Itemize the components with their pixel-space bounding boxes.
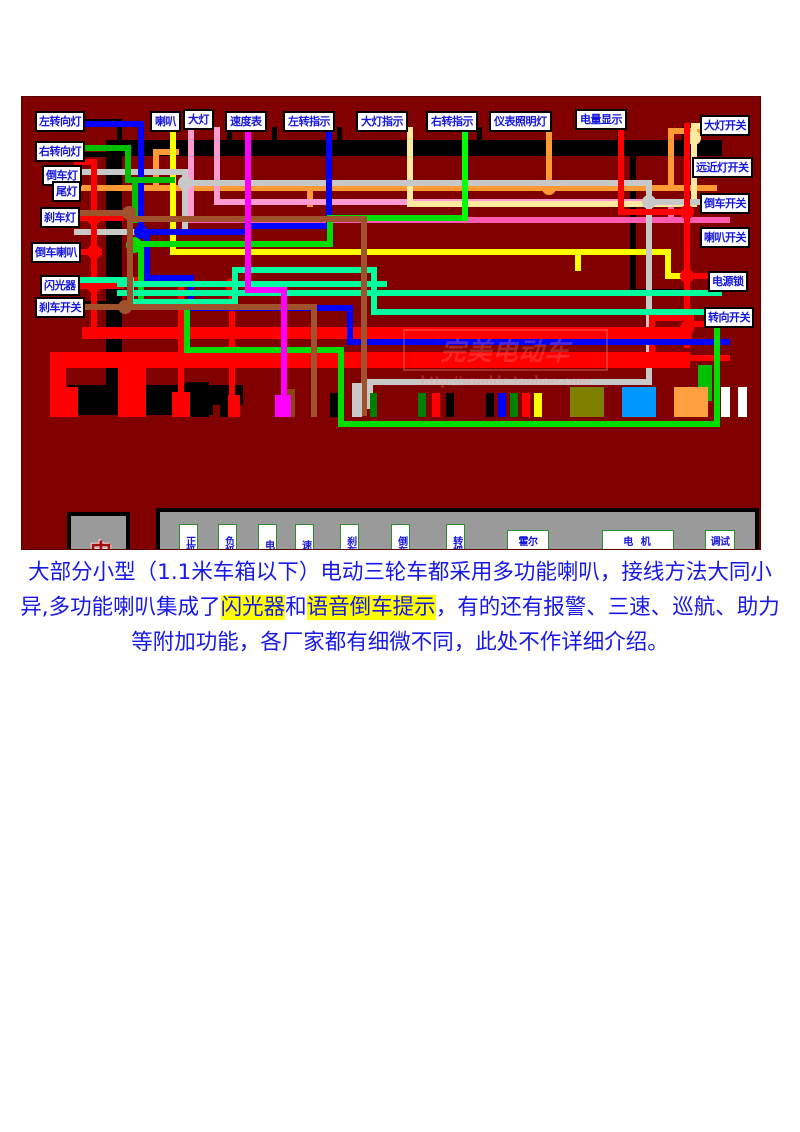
wire-green-h5 [338,421,720,427]
label-headlamp-switch[interactable]: 大灯开关 [700,115,750,136]
label-headlamp[interactable]: 大灯 [183,109,214,130]
wire-black-stub [337,127,342,141]
wire-spring-top [117,290,722,296]
label-left-turn-ind[interactable]: 左转指示 [283,111,335,132]
wire-yellow-step3 [575,249,581,271]
wire-blue-bottom [347,339,730,345]
terminal-power-lock[interactable]: 电源锁 [258,524,277,549]
wire-red-dot-2 [87,245,101,259]
wire-brown-h1 [74,210,134,216]
wire-blue-h1 [138,229,248,235]
terminal-throttle[interactable]: 转把 [446,524,465,549]
pin-black-throttle [446,393,454,417]
wire-red-pos-pin [118,362,146,417]
wire-brown-lower-h [142,304,317,310]
label-reverse-horn[interactable]: 倒车喇叭 [31,242,81,263]
wire-spring-upper [371,277,377,297]
wire-gray-bus [182,180,652,186]
pin-green-hall [510,393,518,417]
pin-olive-motor [570,387,604,417]
pin-black-hall [486,393,494,417]
pin-gray-rev [352,383,362,417]
wire-brown-v1 [127,210,133,308]
wire-red-dot-r1 [680,205,694,219]
label-turn-switch[interactable]: 转向开关 [704,307,754,328]
pin-red-throttle [432,393,440,417]
wire-gray-bottom-h [367,379,652,385]
label-power-lock[interactable]: 电源锁 [708,271,748,292]
pin-white-debug-2 [738,387,747,417]
label-brake-switch[interactable]: 刹车开关 [35,297,85,318]
wire-pink-up-2 [214,127,220,202]
wire-blue-v2 [144,229,150,279]
label-hilo-beam-switch[interactable]: 远近灯开关 [692,157,753,178]
wire-green-ind-drop [462,127,468,221]
wire-cream-drop [407,127,413,205]
label-horn[interactable]: 喇叭 [150,111,181,132]
caption-mid: 和 [285,594,307,620]
caption-highlight-voice-reverse: 语音倒车提示 [306,594,436,620]
terminal-brake[interactable]: 刹车 [340,524,359,549]
label-brake-lamp[interactable]: 刹车灯 [40,207,80,228]
terminal-hall[interactable]: 霍尔 [507,530,549,549]
wire-blue-vert1 [138,121,144,231]
wire-red-bat-pin [50,387,78,417]
pin-blue-hall [498,393,506,417]
label-horn-switch[interactable]: 喇叭开关 [700,227,750,248]
wire-green-v5 [338,347,344,427]
pin-orange-motor [674,387,708,417]
wire-blue-ind-h [244,223,332,229]
wire-red-right-vert2 [618,123,624,215]
wire-green-hall-pin [370,393,377,417]
wire-red-main-bus [82,327,692,339]
wire-magenta-drop [245,127,251,292]
pin-green-throttle [418,393,426,417]
battery-pack-label: 电池组 [84,540,113,549]
pin-red-hall [522,393,530,417]
label-left-turn-lamp[interactable]: 左转向灯 [35,111,85,132]
label-reverse-switch[interactable]: 倒车开关 [700,193,750,214]
wire-spring-h3 [371,309,726,315]
pin-yellow-hall [534,393,542,417]
label-right-turn-lamp[interactable]: 右转向灯 [35,141,85,162]
terminal-debug[interactable]: 调试 [705,530,735,549]
terminal-reverse[interactable]: 倒车 [391,524,410,549]
wire-magenta-pin [275,395,291,417]
label-headlamp-ind[interactable]: 大灯指示 [356,111,408,132]
wire-pink-up-1 [188,127,194,222]
wire-green-h4 [184,347,344,353]
wire-brown-lower-v [311,304,317,417]
wire-spring-h2 [232,267,377,273]
terminal-motor[interactable]: 电 机 [602,530,674,549]
controller-box: 正极 负极 电源锁 速度表 刹车 倒车 转把 霍尔 电 机 调试 控制器 电动三… [156,508,759,549]
label-right-turn-ind[interactable]: 右转指示 [426,111,478,132]
wiring-diagram: 完美电动车 http://wmddc.taobao.com 左转向灯 右转向灯 … [21,96,761,550]
terminal-negative[interactable]: 负极 [218,524,237,549]
pin-blue-motor [622,387,656,417]
wire-red-right-turn [684,355,730,361]
pin-white-debug-1 [721,387,730,417]
label-battery-indicator[interactable]: 电量显示 [575,109,627,130]
label-dash-light[interactable]: 仪表照明灯 [489,111,552,132]
wire-red-right-lock3 [649,315,694,321]
label-tail-lamp[interactable]: 尾灯 [52,181,81,202]
wire-pink-right-3 [668,217,730,223]
wire-blue-ind-drop [326,127,332,227]
wire-green-v3 [138,241,144,307]
pin-black-rev [330,393,338,417]
wire-orange-right-up [668,128,674,186]
label-speedometer[interactable]: 速度表 [225,111,267,132]
caption-highlight-flasher: 闪光器 [220,594,286,620]
terminal-positive[interactable]: 正极 [179,524,198,549]
pin-black-brake [220,393,228,417]
label-flasher[interactable]: 闪光器 [40,275,80,296]
wire-red-thick-bottom [50,352,690,368]
wire-red-lock-pin-thick [172,392,190,417]
terminal-speedometer[interactable]: 速度表 [295,524,314,549]
caption-paragraph: 大部分小型（1.1米车箱以下）电动三轮车都采用多功能喇叭，接线方法大同小异,多功… [14,556,786,660]
wire-green-bus [132,241,332,247]
wire-black-stub [272,127,277,141]
battery-pack-box: 电池组 [67,512,130,549]
